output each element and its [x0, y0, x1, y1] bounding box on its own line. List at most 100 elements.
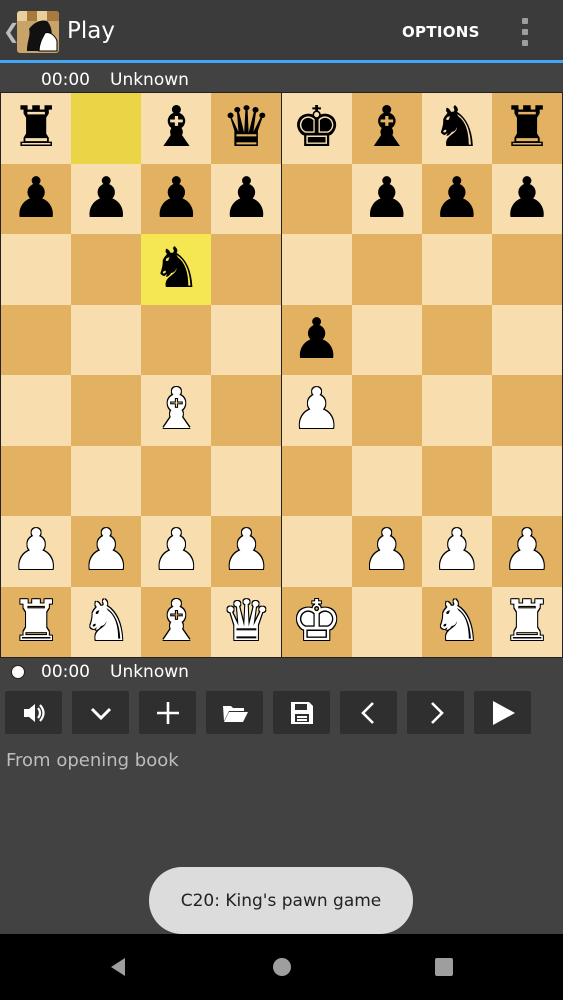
square-d3[interactable]	[211, 445, 282, 516]
square-a6[interactable]	[1, 234, 72, 305]
black-knight-icon[interactable]: ♞	[432, 100, 482, 156]
overflow-menu-icon[interactable]	[515, 16, 535, 50]
square-a8[interactable]: ♜	[1, 93, 72, 164]
square-b5[interactable]	[71, 304, 142, 375]
square-h6[interactable]	[491, 234, 562, 305]
square-h8[interactable]: ♜	[491, 93, 562, 164]
square-d7[interactable]: ♟	[211, 163, 282, 234]
square-e7[interactable]	[281, 163, 352, 234]
white-pawn-icon[interactable]: ♟	[151, 523, 201, 579]
black-rook-icon[interactable]: ♜	[502, 100, 552, 156]
white-king-icon[interactable]: ♚	[291, 593, 341, 650]
white-pawn-icon[interactable]: ♟	[432, 523, 482, 579]
app-logo-icon[interactable]	[17, 11, 59, 53]
open-file-button[interactable]	[206, 691, 263, 734]
square-c1[interactable]: ♝	[141, 586, 212, 657]
square-e5[interactable]: ♟	[281, 304, 352, 375]
square-b1[interactable]: ♞	[71, 586, 142, 657]
white-queen-icon[interactable]: ♛	[221, 593, 271, 650]
square-a1[interactable]: ♜	[1, 586, 72, 657]
square-a2[interactable]: ♟	[1, 516, 72, 587]
square-a7[interactable]: ♟	[1, 163, 72, 234]
black-pawn-icon[interactable]: ♟	[11, 170, 61, 227]
next-move-button[interactable]	[407, 691, 464, 734]
play-button[interactable]	[474, 691, 531, 734]
square-g8[interactable]: ♞	[421, 93, 492, 164]
square-f7[interactable]: ♟	[351, 163, 422, 234]
square-f6[interactable]	[351, 234, 422, 305]
square-d8[interactable]: ♛	[211, 93, 282, 164]
white-rook-icon[interactable]: ♜	[11, 593, 61, 650]
black-queen-icon[interactable]: ♛	[221, 100, 271, 156]
white-pawn-icon[interactable]: ♟	[291, 382, 341, 438]
black-king-icon[interactable]: ♚	[291, 100, 341, 156]
black-pawn-icon[interactable]: ♟	[151, 170, 201, 227]
new-game-button[interactable]	[139, 691, 196, 734]
back-icon[interactable]	[107, 956, 129, 978]
square-e4[interactable]: ♟	[281, 375, 352, 446]
square-d4[interactable]	[211, 375, 282, 446]
black-pawn-icon[interactable]: ♟	[502, 170, 552, 227]
square-c6[interactable]: ♞	[141, 234, 212, 305]
square-c2[interactable]: ♟	[141, 516, 212, 587]
black-bishop-icon[interactable]: ♝	[151, 100, 201, 156]
square-e2[interactable]	[281, 516, 352, 587]
square-c5[interactable]	[141, 304, 212, 375]
black-pawn-icon[interactable]: ♟	[81, 170, 131, 227]
square-b6[interactable]	[71, 234, 142, 305]
square-c3[interactable]	[141, 445, 212, 516]
square-a5[interactable]	[1, 304, 72, 375]
black-knight-icon[interactable]: ♞	[151, 241, 201, 297]
white-knight-icon[interactable]: ♞	[432, 593, 482, 650]
square-h7[interactable]: ♟	[491, 163, 562, 234]
square-d1[interactable]: ♛	[211, 586, 282, 657]
square-g6[interactable]	[421, 234, 492, 305]
square-d2[interactable]: ♟	[211, 516, 282, 587]
square-e1[interactable]: ♚	[281, 586, 352, 657]
square-f2[interactable]: ♟	[351, 516, 422, 587]
square-f1[interactable]	[351, 586, 422, 657]
chess-board[interactable]: ♜ ♝ ♛ ♚ ♝ ♞ ♜ ♟ ♟ ♟ ♟ ♟ ♟ ♟ ♞ ♟ ♝ ♟ ♟ ♟ ♟ ♟ ♟ ♟ ♟ ♜ ♞ ♝ ♛ ♚ ♞ ♜	[1, 93, 562, 657]
move-list-button[interactable]	[72, 691, 129, 734]
square-h2[interactable]: ♟	[491, 516, 562, 587]
square-g3[interactable]	[421, 445, 492, 516]
square-b8[interactable]	[71, 93, 142, 164]
square-g2[interactable]: ♟	[421, 516, 492, 587]
square-e8[interactable]: ♚	[281, 93, 352, 164]
square-f8[interactable]: ♝	[351, 93, 422, 164]
square-f4[interactable]	[351, 375, 422, 446]
white-knight-icon[interactable]: ♞	[81, 593, 131, 650]
recents-icon[interactable]	[433, 956, 455, 978]
square-h1[interactable]: ♜	[491, 586, 562, 657]
square-d6[interactable]	[211, 234, 282, 305]
white-bishop-icon[interactable]: ♝	[151, 593, 201, 650]
square-c8[interactable]: ♝	[141, 93, 212, 164]
white-pawn-icon[interactable]: ♟	[11, 523, 61, 579]
square-c4[interactable]: ♝	[141, 375, 212, 446]
white-pawn-icon[interactable]: ♟	[81, 523, 131, 579]
black-rook-icon[interactable]: ♜	[11, 100, 61, 156]
sound-button[interactable]	[5, 691, 62, 734]
white-pawn-icon[interactable]: ♟	[362, 523, 412, 579]
square-h4[interactable]	[491, 375, 562, 446]
square-e3[interactable]	[281, 445, 352, 516]
home-icon[interactable]	[271, 956, 293, 978]
black-bishop-icon[interactable]: ♝	[362, 100, 412, 156]
square-g7[interactable]: ♟	[421, 163, 492, 234]
square-c7[interactable]: ♟	[141, 163, 212, 234]
black-pawn-icon[interactable]: ♟	[221, 170, 271, 227]
black-pawn-icon[interactable]: ♟	[432, 170, 482, 227]
save-button[interactable]	[273, 691, 330, 734]
square-g5[interactable]	[421, 304, 492, 375]
square-g4[interactable]	[421, 375, 492, 446]
square-g1[interactable]: ♞	[421, 586, 492, 657]
square-b2[interactable]: ♟	[71, 516, 142, 587]
square-h3[interactable]	[491, 445, 562, 516]
white-bishop-icon[interactable]: ♝	[151, 382, 201, 438]
square-f5[interactable]	[351, 304, 422, 375]
square-f3[interactable]	[351, 445, 422, 516]
square-a4[interactable]	[1, 375, 72, 446]
black-pawn-icon[interactable]: ♟	[362, 170, 412, 227]
options-button[interactable]: OPTIONS	[402, 23, 480, 41]
white-pawn-icon[interactable]: ♟	[221, 523, 271, 579]
